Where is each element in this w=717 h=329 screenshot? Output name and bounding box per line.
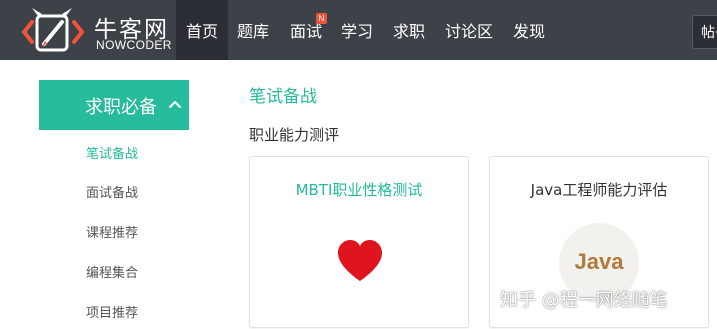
sidebar-item-written-test[interactable]: 笔试备战 <box>86 143 138 162</box>
sidebar-header-job-prep[interactable]: 求职必备 <box>39 80 189 130</box>
nav-discover[interactable]: 发现 <box>504 0 554 60</box>
sidebar-item-coding-collection[interactable]: 编程集合 <box>86 262 138 281</box>
sidebar-item-projects[interactable]: 项目推荐 <box>86 302 138 321</box>
nav-discussion[interactable]: 讨论区 <box>436 0 502 60</box>
nav-jobs[interactable]: 求职 <box>384 0 434 60</box>
nav-question-bank[interactable]: 题库 <box>228 0 278 60</box>
top-navbar: 牛客网 NOWCODER 首页 题库 面试 N 学习 求职 讨论区 发现 帖子 <box>0 0 717 60</box>
nav-learn[interactable]: 学习 <box>332 0 382 60</box>
card-title: MBTI职业性格测试 <box>295 181 423 199</box>
watermark: 知乎 @程一网络随笔 <box>500 290 668 311</box>
new-badge: N <box>316 13 327 24</box>
logo[interactable]: 牛客网 NOWCODER <box>20 6 176 56</box>
logo-subtitle: NOWCODER <box>96 38 172 52</box>
page-title: 笔试备战 <box>249 87 317 107</box>
posts-button[interactable]: 帖子 <box>692 15 717 49</box>
nav-interview[interactable]: 面试 N <box>280 0 332 60</box>
sidebar-item-interview-prep[interactable]: 面试备战 <box>86 182 138 201</box>
sidebar-header-label: 求职必备 <box>85 97 157 118</box>
card-mbti-test[interactable]: MBTI职业性格测试 <box>249 156 469 328</box>
java-logo-text: Java <box>574 249 624 274</box>
sidebar-item-courses[interactable]: 课程推荐 <box>86 222 138 241</box>
nav-interview-label: 面试 <box>289 22 322 41</box>
heart-icon <box>338 240 382 281</box>
nav-home[interactable]: 首页 <box>176 0 228 60</box>
section-title: 职业能力测评 <box>249 126 340 144</box>
logo-icon <box>22 8 84 52</box>
card-title: Java工程师能力评估 <box>530 181 668 199</box>
chevron-up-icon <box>169 101 181 108</box>
